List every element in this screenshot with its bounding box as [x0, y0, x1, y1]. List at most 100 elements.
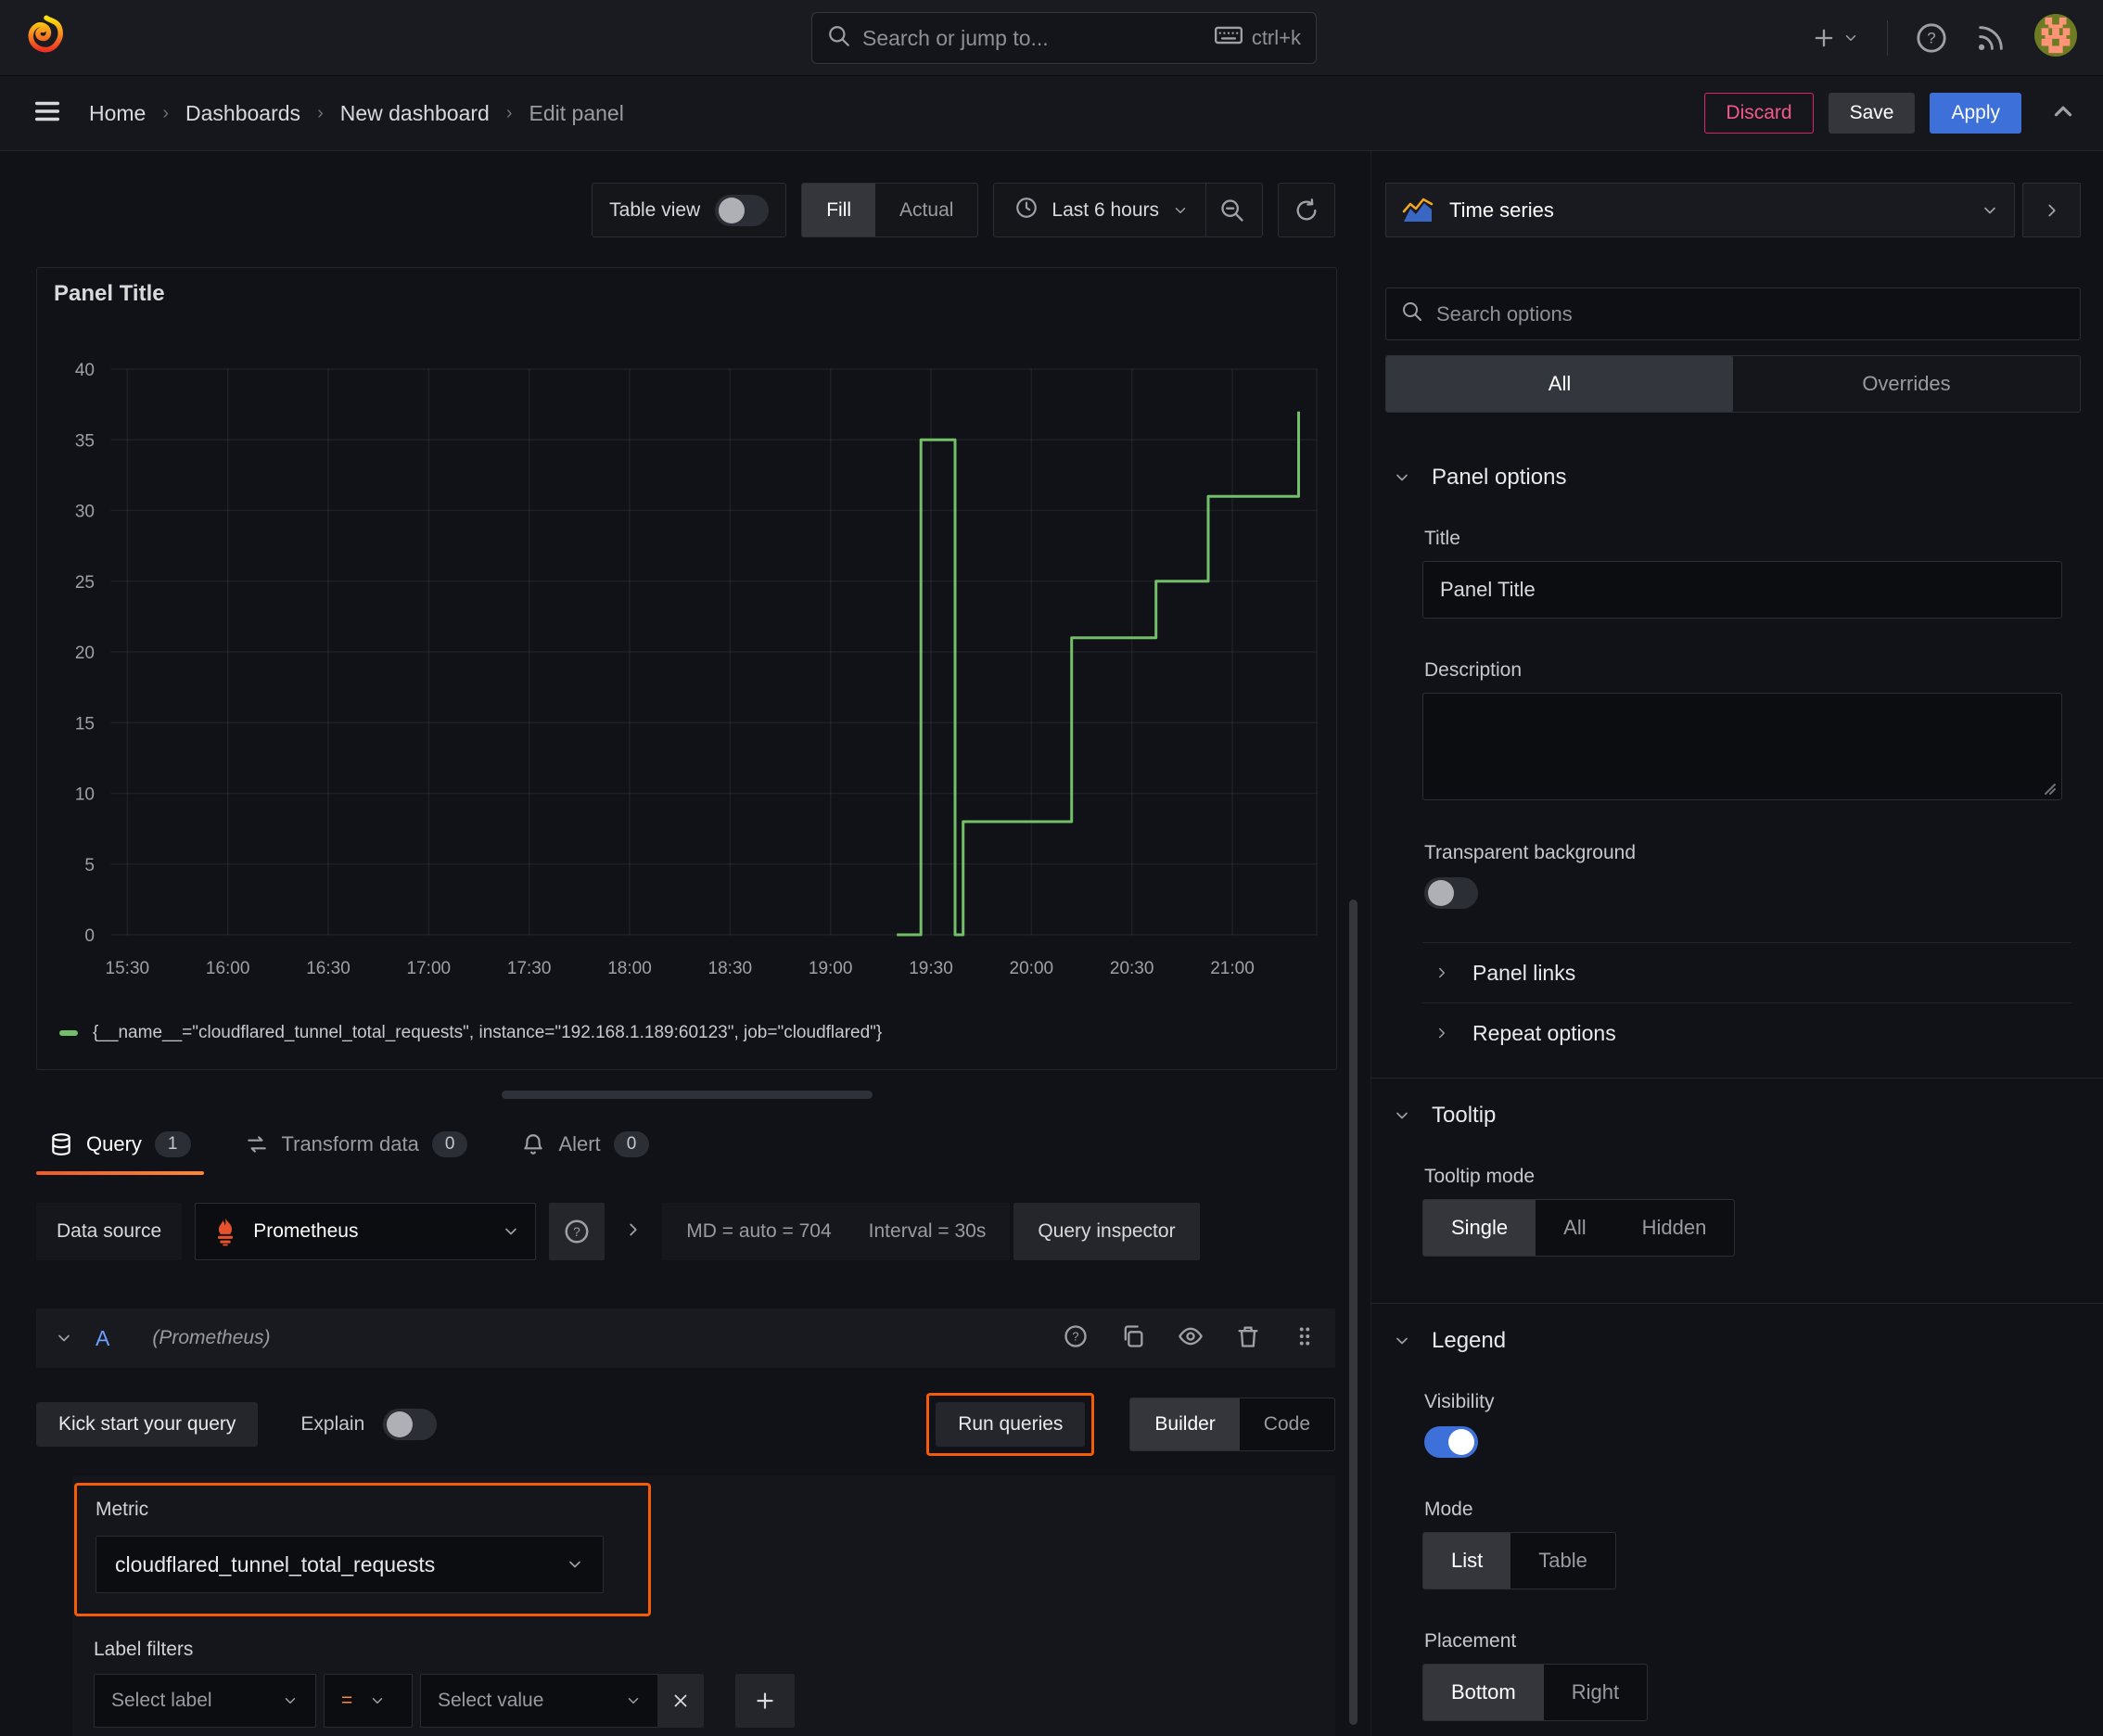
user-avatar[interactable]	[2034, 14, 2077, 61]
legend-placement-switch: Bottom Right	[1422, 1664, 1649, 1721]
duplicate-query-icon[interactable]	[1120, 1323, 1146, 1354]
new-menu-button[interactable]	[1811, 25, 1859, 51]
fill-option[interactable]: Fill	[802, 184, 876, 236]
chevron-down-icon	[505, 1228, 517, 1235]
zoom-out-button[interactable]	[1206, 184, 1258, 236]
tab-transform-data[interactable]: Transform data 0	[232, 1114, 481, 1175]
builder-code-switch: Builder Code	[1129, 1398, 1335, 1451]
refresh-button[interactable]	[1278, 183, 1335, 237]
menu-toggle-button[interactable]	[32, 96, 63, 132]
x-tick-label: 19:00	[809, 959, 853, 978]
query-inspector-button[interactable]: Query inspector	[1013, 1203, 1200, 1260]
tab-query[interactable]: Query 1	[36, 1114, 204, 1175]
select-label-dropdown[interactable]: Select label	[94, 1674, 316, 1728]
datasource-picker[interactable]: Prometheus	[195, 1203, 537, 1260]
panel-options-section-header[interactable]: Panel options	[1385, 465, 2081, 491]
select-value-dropdown[interactable]: Select value	[420, 1674, 659, 1728]
keyboard-icon	[1214, 24, 1243, 52]
tab-overrides[interactable]: Overrides	[1733, 356, 2080, 412]
tab-all-options[interactable]: All	[1386, 356, 1733, 412]
query-ref-id[interactable]: A	[96, 1326, 109, 1351]
time-range-picker[interactable]: Last 6 hours	[998, 184, 1205, 236]
delete-query-icon[interactable]	[1235, 1323, 1261, 1354]
toggle-viz-suggestions-button[interactable]	[2022, 183, 2081, 237]
tooltip-single-option[interactable]: Single	[1423, 1200, 1536, 1256]
transparent-background-toggle[interactable]	[1424, 877, 1478, 909]
x-tick-label: 18:00	[607, 959, 652, 978]
breadcrumb-dashboards[interactable]: Dashboards	[185, 101, 300, 126]
code-option[interactable]: Code	[1240, 1398, 1334, 1450]
query-options-summary[interactable]: MD = auto = 704 Interval = 30s	[662, 1203, 1011, 1260]
x-tick-label: 16:00	[206, 959, 250, 978]
tab-alert[interactable]: Alert 0	[508, 1114, 662, 1175]
search-icon	[1401, 300, 1423, 327]
tooltip-hidden-option[interactable]: Hidden	[1614, 1200, 1735, 1256]
placement-right-option[interactable]: Right	[1544, 1665, 1647, 1720]
help-button[interactable]: ?	[1916, 22, 1947, 54]
panel-description-textarea[interactable]	[1422, 693, 2062, 800]
breadcrumb-new-dashboard[interactable]: New dashboard	[340, 101, 490, 126]
tooltip-mode-label: Tooltip mode	[1424, 1166, 1536, 1187]
tooltip-all-option[interactable]: All	[1536, 1200, 1613, 1256]
chevron-down-icon	[1396, 1112, 1408, 1119]
query-help-icon[interactable]: ?	[1063, 1323, 1089, 1354]
operator-dropdown[interactable]: =	[324, 1674, 413, 1728]
chevron-down-icon	[373, 1698, 383, 1704]
visualization-picker[interactable]: Time series	[1385, 183, 2015, 237]
panel-resize-handle[interactable]	[502, 1091, 873, 1099]
query-section-tabs: Query 1 Transform data 0 Alert 0	[36, 1114, 1335, 1175]
drag-handle-icon[interactable]	[1293, 1324, 1317, 1353]
breadcrumb-edit-panel: Edit panel	[529, 100, 624, 125]
expand-options-chevron[interactable]	[623, 1219, 644, 1245]
explain-toggle[interactable]	[383, 1409, 438, 1440]
help-circle-icon: ?	[565, 1219, 589, 1244]
collapse-header-button[interactable]	[2049, 97, 2077, 130]
series-legend-label[interactable]: {__name__="cloudflared_tunnel_total_requ…	[93, 1023, 882, 1043]
discard-button[interactable]: Discard	[1704, 93, 1814, 134]
panel-title: Panel Title	[54, 281, 165, 306]
tooltip-section-header[interactable]: Tooltip	[1385, 1103, 2081, 1129]
save-button[interactable]: Save	[1828, 93, 1916, 134]
grafana-logo[interactable]	[26, 15, 67, 60]
x-tick-label: 17:30	[507, 959, 552, 978]
collapse-query-chevron[interactable]	[55, 1329, 73, 1347]
datasource-label: Data source	[36, 1203, 183, 1260]
label-filters-row: Select label = Select value	[94, 1674, 1335, 1728]
remove-filter-button[interactable]	[657, 1674, 704, 1728]
datasource-help-button[interactable]: ?	[549, 1203, 605, 1260]
builder-option[interactable]: Builder	[1130, 1398, 1240, 1450]
placement-bottom-option[interactable]: Bottom	[1423, 1665, 1544, 1720]
pane-scrollbar[interactable]	[1349, 900, 1357, 1725]
y-tick-label: 30	[75, 503, 95, 522]
news-rss-button[interactable]	[1975, 22, 2007, 54]
x-tick-label: 19:30	[909, 959, 953, 978]
breadcrumb-home[interactable]: Home	[89, 101, 146, 126]
svg-text:?: ?	[1072, 1329, 1078, 1343]
run-queries-button[interactable]: Run queries	[936, 1402, 1086, 1447]
panel-title-input[interactable]	[1422, 561, 2062, 619]
panel-view-toolbar: Table view Fill Actual Last 6 hours	[36, 183, 1335, 237]
options-search-input[interactable]: Search options	[1385, 287, 2081, 340]
table-view-toggle[interactable]	[715, 194, 770, 226]
tooltip-mode-switch: Single All Hidden	[1422, 1199, 1736, 1257]
time-series-panel[interactable]: Panel Title 0 5 10 15 20 25 30 35 40 15:30 16:00 16…	[36, 267, 1337, 1070]
legend-visibility-toggle[interactable]	[1424, 1426, 1478, 1458]
kick-start-query-button[interactable]: Kick start your query	[36, 1402, 259, 1447]
actual-option[interactable]: Actual	[875, 184, 977, 236]
query-row-a[interactable]: A (Prometheus) ?	[36, 1308, 1335, 1368]
chevron-down-icon	[1396, 474, 1408, 481]
add-filter-button[interactable]	[735, 1674, 795, 1728]
apply-button[interactable]: Apply	[1930, 93, 2021, 134]
legend-table-option[interactable]: Table	[1510, 1533, 1615, 1589]
global-search-input[interactable]: Search or jump to... ctrl+k	[811, 12, 1317, 64]
legend-section-header[interactable]: Legend	[1385, 1328, 2081, 1354]
repeat-options-section[interactable]: Repeat options	[1385, 1003, 2081, 1063]
chevron-down-icon	[628, 1698, 639, 1704]
legend-list-option[interactable]: List	[1423, 1533, 1511, 1589]
toggle-visibility-icon[interactable]	[1178, 1323, 1204, 1354]
y-tick-label: 40	[75, 361, 95, 380]
table-view-label: Table view	[609, 198, 701, 221]
panel-links-section[interactable]: Panel links	[1385, 943, 2081, 1002]
metric-select[interactable]: cloudflared_tunnel_total_requests	[96, 1536, 604, 1593]
metric-value: cloudflared_tunnel_total_requests	[115, 1551, 436, 1576]
